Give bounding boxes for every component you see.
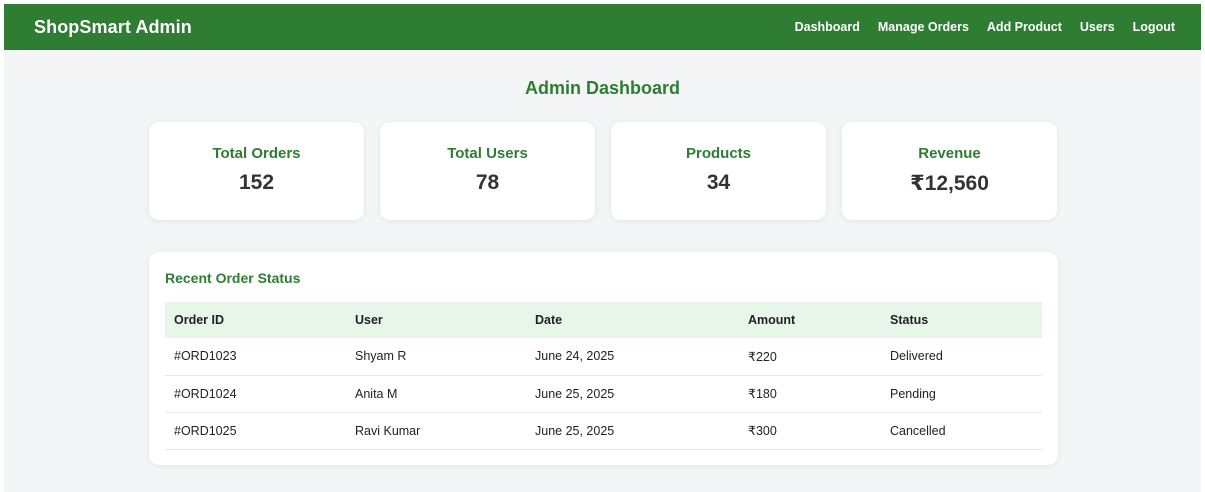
stat-label: Products <box>685 145 751 162</box>
cell-amount: ₹300 <box>739 412 881 450</box>
cell-amount: ₹220 <box>739 338 881 376</box>
cell-status: Pending <box>881 375 1042 413</box>
panel-title: Recent Order Status <box>165 270 301 286</box>
cell-status: Cancelled <box>881 412 1042 450</box>
stat-value: 78 <box>475 171 500 194</box>
cell-order-id: #ORD1023 <box>165 338 346 376</box>
cell-date: June 24, 2025 <box>526 338 739 376</box>
stat-value: 152 <box>238 171 275 194</box>
column-header-order-id: Order ID <box>174 313 225 327</box>
column-header-date: Date <box>535 313 563 327</box>
nav-link-dashboard[interactable]: Dashboard <box>795 20 860 34</box>
cell-user: Anita M <box>346 375 526 413</box>
table-row: #ORD1024 Anita M June 25, 2025 ₹180 Pend… <box>165 375 1042 413</box>
cell-date: June 25, 2025 <box>526 375 739 413</box>
table-row: #ORD1023 Shyam R June 24, 2025 ₹220 Deli… <box>165 338 1042 376</box>
stat-card-total-users: Total Users 78 <box>380 122 595 220</box>
stat-label: Total Orders <box>212 145 301 162</box>
brand-title[interactable]: ShopSmart Admin <box>34 17 192 38</box>
nav-link-add-product[interactable]: Add Product <box>987 20 1062 34</box>
page-title: Admin Dashboard <box>524 78 680 98</box>
cell-amount: ₹180 <box>739 375 881 413</box>
recent-orders-panel: Recent Order Status Order ID User Date A… <box>149 252 1058 465</box>
nav-link-manage-orders[interactable]: Manage Orders <box>878 20 969 34</box>
nav-link-users[interactable]: Users <box>1080 20 1115 34</box>
column-header-user: User <box>355 313 383 327</box>
stat-label: Revenue <box>918 145 981 162</box>
stat-label: Total Users <box>447 145 528 162</box>
column-header-status: Status <box>890 313 929 327</box>
stat-value: 34 <box>706 171 731 194</box>
cell-status: Delivered <box>881 338 1042 376</box>
top-navbar: ShopSmart Admin Dashboard Manage Orders … <box>4 4 1201 50</box>
cell-date: June 25, 2025 <box>526 412 739 450</box>
cell-order-id: #ORD1025 <box>165 412 346 450</box>
stat-card-revenue: Revenue ₹12,560 <box>842 122 1057 220</box>
stats-cards: Total Orders 152 Total Users 78 Products… <box>149 122 1057 220</box>
orders-table: Order ID User Date Amount Status #ORD102… <box>165 302 1042 450</box>
table-header-row: Order ID User Date Amount Status <box>165 302 1042 338</box>
nav-links: Dashboard Manage Orders Add Product User… <box>777 20 1175 34</box>
nav-link-logout[interactable]: Logout <box>1133 20 1175 34</box>
stat-card-products: Products 34 <box>611 122 826 220</box>
app-root: ShopSmart Admin Dashboard Manage Orders … <box>4 4 1201 492</box>
cell-user: Ravi Kumar <box>346 412 526 450</box>
stat-card-total-orders: Total Orders 152 <box>149 122 364 220</box>
cell-user: Shyam R <box>346 338 526 376</box>
column-header-amount: Amount <box>748 313 796 327</box>
stat-value: ₹12,560 <box>910 172 989 195</box>
cell-order-id: #ORD1024 <box>165 375 346 413</box>
table-row: #ORD1025 Ravi Kumar June 25, 2025 ₹300 C… <box>165 412 1042 450</box>
